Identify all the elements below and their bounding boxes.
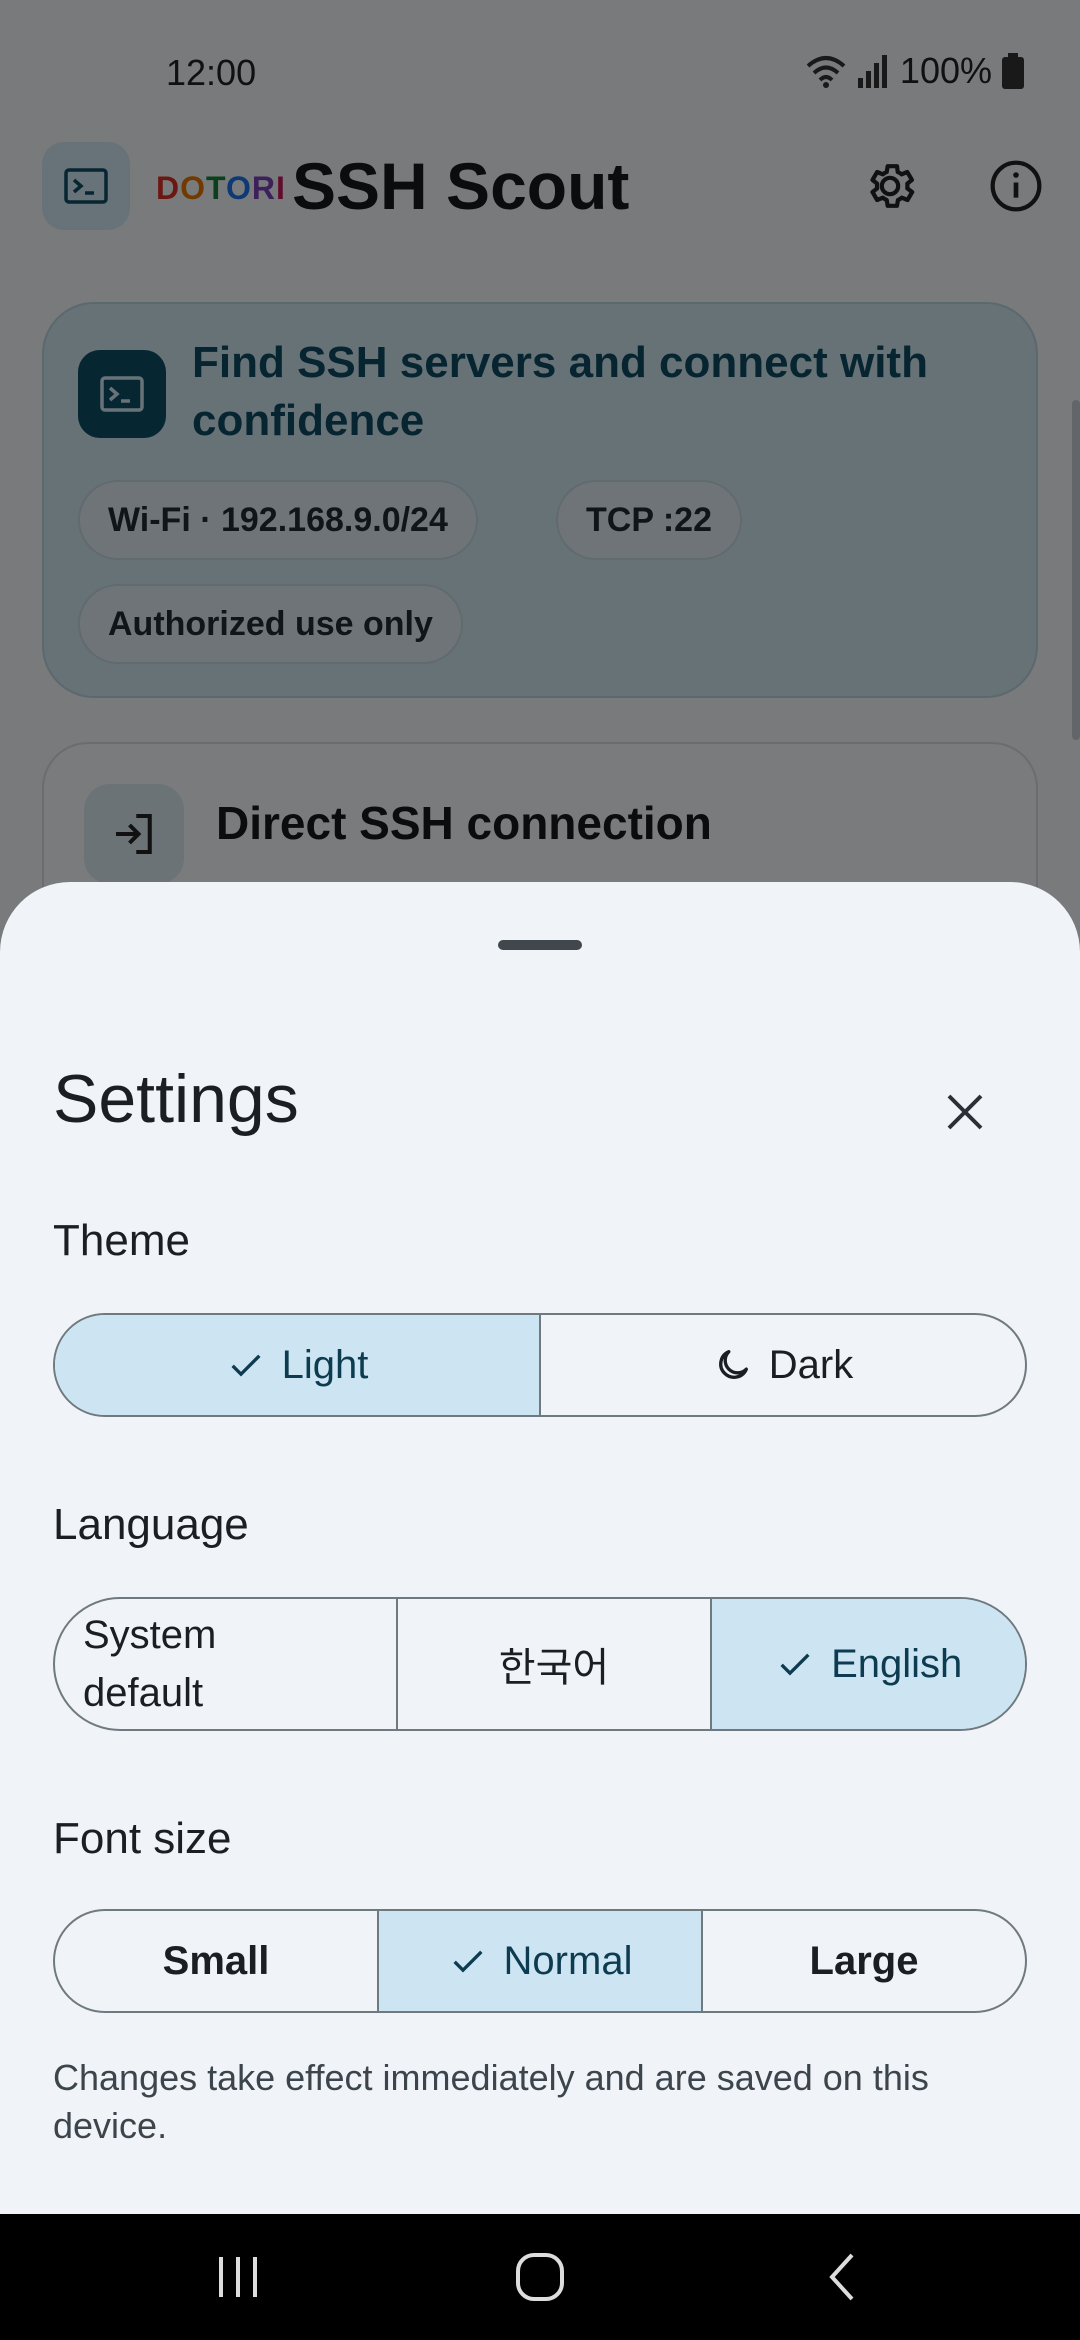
theme-option-dark[interactable]: Dark xyxy=(541,1315,1025,1415)
settings-hint: Changes take effect immediately and are … xyxy=(53,2057,929,2146)
system-nav-bar xyxy=(0,2214,1080,2340)
font-size-option-normal[interactable]: Normal xyxy=(379,1911,703,2011)
language-option-korean[interactable]: 한국어 xyxy=(398,1599,713,1729)
language-option-label: 한국어 xyxy=(498,1646,610,1690)
drag-handle[interactable] xyxy=(498,940,582,950)
language-option-label: System default xyxy=(83,1613,217,1715)
font-size-option-large[interactable]: Large xyxy=(703,1911,1025,2011)
font-size-selector: Small Normal Large xyxy=(53,1909,1027,2013)
check-icon xyxy=(780,1653,810,1676)
font-size-option-small[interactable]: Small xyxy=(55,1911,379,2011)
language-label: Language xyxy=(53,1500,249,1549)
font-size-option-label: Large xyxy=(809,1938,919,1983)
home-button[interactable] xyxy=(500,2242,580,2312)
theme-option-label: Light xyxy=(281,1342,369,1387)
theme-label: Theme xyxy=(53,1216,190,1265)
theme-option-light[interactable]: Light xyxy=(55,1315,541,1415)
close-button[interactable] xyxy=(925,1072,1005,1152)
language-option-label: English xyxy=(831,1641,963,1686)
settings-sheet: Settings Theme Light Dark Language Syste… xyxy=(0,882,1080,2214)
language-selector: System default 한국어 English xyxy=(53,1597,1027,1731)
theme-option-label: Dark xyxy=(768,1342,854,1387)
check-icon xyxy=(231,1354,261,1377)
moon-icon xyxy=(718,1350,748,1379)
font-size-option-label: Small xyxy=(162,1938,270,1983)
back-button[interactable] xyxy=(802,2242,882,2312)
theme-selector: Light Dark xyxy=(53,1313,1027,1417)
back-icon xyxy=(829,2253,854,2301)
sheet-title: Settings xyxy=(53,1061,299,1137)
language-option-system[interactable]: System default xyxy=(55,1599,398,1729)
recents-icon xyxy=(219,2257,257,2297)
recents-button[interactable] xyxy=(198,2242,278,2312)
font-size-label: Font size xyxy=(53,1814,232,1863)
language-option-english[interactable]: English xyxy=(712,1599,1025,1729)
close-icon xyxy=(947,1094,983,1130)
check-icon xyxy=(453,1950,483,1973)
font-size-option-label: Normal xyxy=(503,1938,633,1983)
home-icon xyxy=(516,2253,564,2301)
